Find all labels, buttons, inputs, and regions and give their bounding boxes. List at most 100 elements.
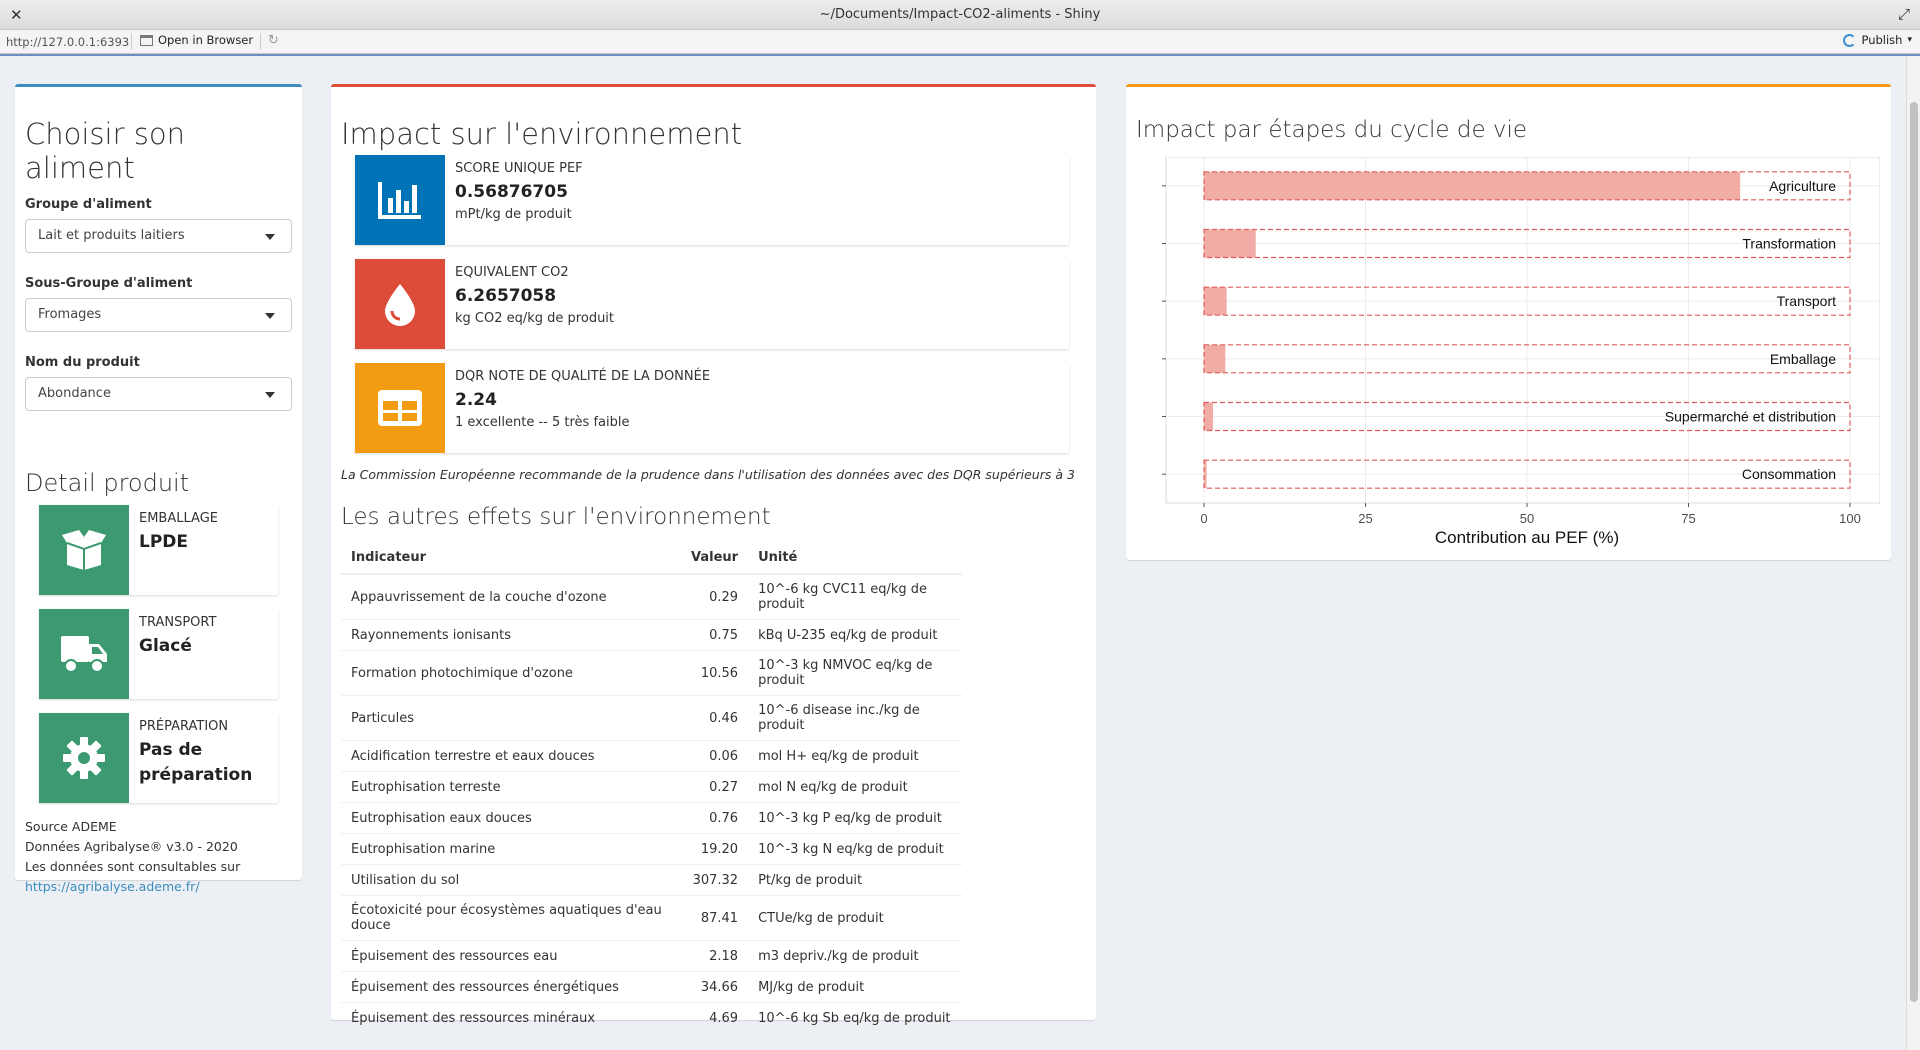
cell-indicator: Épuisement des ressources minéraux <box>341 1002 681 1034</box>
x-tick-label: 75 <box>1681 511 1695 526</box>
publish-button[interactable]: Publish ▾ <box>1843 33 1912 47</box>
chevron-down-icon <box>265 392 275 398</box>
refresh-icon[interactable]: ↻ <box>268 33 279 48</box>
cell-value: 0.06 <box>681 740 749 772</box>
bar <box>1204 287 1227 316</box>
cell-indicator: Rayonnements ionisants <box>341 619 681 651</box>
cell-value: 0.76 <box>681 802 749 834</box>
cell-indicator: Acidification terrestre et eaux douces <box>341 740 681 772</box>
bar-label: Transport <box>1777 293 1837 309</box>
food-subgroup-select[interactable]: Fromages <box>25 298 292 332</box>
publish-icon <box>1843 33 1857 47</box>
x-tick-label: 100 <box>1839 511 1861 526</box>
cell-unit: CTUe/kg de produit <box>748 895 963 941</box>
scrollbar-thumb[interactable] <box>1910 102 1918 1002</box>
agribalyse-link[interactable]: https://agribalyse.ademe.fr/ <box>25 879 200 894</box>
cell-unit: mol N eq/kg de produit <box>748 771 963 803</box>
cell-unit: kBq U-235 eq/kg de produit <box>748 619 963 651</box>
bar <box>1204 402 1214 431</box>
source-line: Les données sont consultables sur <box>25 859 241 874</box>
window-title: ~/Documents/Impact-CO2-aliments - Shiny <box>819 7 1101 22</box>
kpi-unit: kg CO2 eq/kg de produit <box>455 311 615 326</box>
table-row: Formation photochimique d'ozone 10.56 10^-… <box>341 650 963 696</box>
table-row: Épuisement des ressources eau 2.18 m3 depr… <box>341 940 963 972</box>
dqr-note: La Commission Européenne recommande de l… <box>341 467 1075 482</box>
cell-indicator: Formation photochimique d'ozone <box>341 650 681 696</box>
cell-indicator: Eutrophisation eaux douces <box>341 802 681 834</box>
cell-unit: 10^-6 disease inc./kg de produit <box>748 695 963 741</box>
table-row: Épuisement des ressources énergétiques 34… <box>341 971 963 1003</box>
table-body: Appauvrissement de la couche d'ozone 0.29… <box>341 573 963 1034</box>
cell-indicator: Utilisation du sol <box>341 864 681 896</box>
vertical-scrollbar[interactable] <box>1906 56 1920 1050</box>
maximize-icon[interactable]: ⤢ <box>1898 5 1910 23</box>
column-header-unit: Unité <box>748 542 963 575</box>
table-row: Particules 0.46 10^-6 disease inc./kg de p… <box>341 695 963 741</box>
cell-value: 0.75 <box>681 619 749 651</box>
truck-icon <box>39 609 129 699</box>
kpi-value: 2.24 <box>455 390 497 410</box>
detail-preparation: PRÉPARATION Pas de préparation <box>39 713 278 803</box>
kpi-label: SCORE UNIQUE PEF <box>455 161 583 176</box>
cell-value: 34.66 <box>681 971 749 1003</box>
address-bar: http://127.0.0.1:6393 Open in Browser ↻ … <box>0 30 1920 54</box>
cell-value: 19.20 <box>681 833 749 865</box>
separator <box>260 33 261 50</box>
cell-unit: mol H+ eq/kg de produit <box>748 740 963 772</box>
table-row: Épuisement des ressources minéraux 4.69 10… <box>341 1002 963 1034</box>
kpi-unit: mPt/kg de produit <box>455 207 572 222</box>
cell-value: 307.32 <box>681 864 749 896</box>
table-icon <box>355 363 445 453</box>
app-viewport: Choisir son aliment Groupe d'aliment Lai… <box>0 54 1920 1050</box>
kpi-value: 0.56876705 <box>455 182 568 202</box>
lifecycle-chart-container: Agriculture Transformation Transport Emball… <box>1136 156 1881 551</box>
lifecycle-bar-chart: Agriculture Transformation Transport Emball… <box>1162 156 1881 547</box>
table-row: Appauvrissement de la couche d'ozone 0.29… <box>341 573 963 620</box>
panel-title: Choisir son aliment <box>25 117 185 185</box>
cell-unit: 10^-3 kg N eq/kg de produit <box>748 833 963 865</box>
table-row: Utilisation du sol 307.32 Pt/kg de produit <box>341 864 963 896</box>
cell-value: 0.27 <box>681 771 749 803</box>
field-label-group: Groupe d'aliment <box>25 197 152 212</box>
field-label-product: Nom du produit <box>25 355 140 370</box>
table-row: Rayonnements ionisants 0.75 kBq U-235 eq/k… <box>341 619 963 651</box>
detail-label: TRANSPORT <box>139 615 217 630</box>
food-selection-panel: Choisir son aliment Groupe d'aliment Lai… <box>15 84 302 894</box>
x-tick-label: 50 <box>1520 511 1534 526</box>
table-row: Eutrophisation marine 19.20 10^-3 kg N eq/… <box>341 833 963 865</box>
url-text[interactable]: http://127.0.0.1:6393 <box>6 35 129 49</box>
box-open-icon <box>39 505 129 595</box>
cell-value: 0.29 <box>681 573 749 620</box>
table-header-row: Indicateur Valeur Unité <box>341 542 963 575</box>
cell-value: 0.46 <box>681 695 749 741</box>
bar-label: Consommation <box>1742 466 1836 482</box>
kpi-data-quality: DQR NOTE DE QUALITÉ DE LA DONNÉE 2.24 1 … <box>355 363 1069 453</box>
cell-indicator: Eutrophisation marine <box>341 833 681 865</box>
kpi-value: 6.2657058 <box>455 286 557 306</box>
detail-title: Detail produit <box>25 469 190 497</box>
product-name-select[interactable]: Abondance <box>25 377 292 411</box>
open-in-browser-button[interactable]: Open in Browser <box>140 33 253 47</box>
open-in-browser-label: Open in Browser <box>158 33 254 47</box>
table-row: Eutrophisation eaux douces 0.76 10^-3 kg P… <box>341 802 963 834</box>
other-effects-table: Indicateur Valeur Unité Appauvrissement … <box>341 542 963 1034</box>
lifecycle-impact-panel: Impact par étapes du cycle de vie Agricu… <box>1126 84 1891 560</box>
detail-transport: TRANSPORT Glacé <box>39 609 278 699</box>
cell-indicator: Écotoxicité pour écosystèmes aquatiques … <box>341 895 681 941</box>
chevron-down-icon <box>265 234 275 240</box>
bar-label: Agriculture <box>1769 178 1836 194</box>
x-tick-label: 0 <box>1200 511 1207 526</box>
detail-value: Pas de préparation <box>139 740 253 785</box>
food-group-select[interactable]: Lait et produits laitiers <box>25 219 292 253</box>
panel-title: Impact par étapes du cycle de vie <box>1136 117 1528 143</box>
bar <box>1204 171 1741 200</box>
source-line: Source ADEME <box>25 819 117 834</box>
kpi-label: DQR NOTE DE QUALITÉ DE LA DONNÉE <box>455 369 711 384</box>
product-name-value: Abondance <box>38 386 111 401</box>
detail-value: Glacé <box>139 636 192 656</box>
food-subgroup-value: Fromages <box>38 307 102 322</box>
food-group-value: Lait et produits laitiers <box>38 228 185 243</box>
kpi-pef-score: SCORE UNIQUE PEF 0.56876705 mPt/kg de pr… <box>355 155 1069 245</box>
column-header-value: Valeur <box>681 542 749 575</box>
bar-chart-icon <box>355 155 445 245</box>
